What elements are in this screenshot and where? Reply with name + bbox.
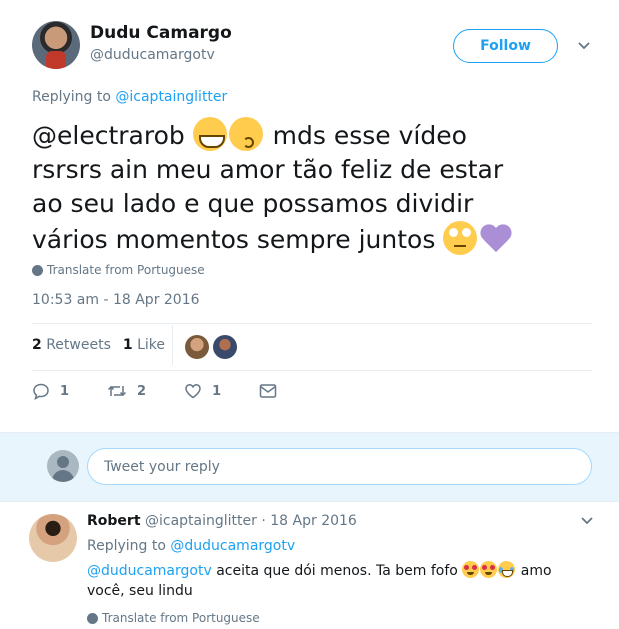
reply-input[interactable] [87,448,592,485]
reply-text: @duducamargotv aceita que dói menos. Ta … [87,561,567,601]
reply-count: 1 [60,383,70,399]
tweet-text-line3: ao seu lado e que possamos dividir [32,189,474,218]
reply-icon [32,382,50,400]
direct-message-action[interactable] [259,383,277,399]
globe-icon [32,264,43,276]
tweet-text-line2: rsrsrs ain meu amor tão feliz de estar [32,155,504,184]
replying-to: Replying to @icaptainglitter [32,89,227,105]
retweet-icon [107,382,127,400]
reply-translate-label: Translate from Portuguese [102,611,260,625]
reply-meta: @icaptainglitter · 18 Apr 2016 [145,513,357,529]
reply-date[interactable]: 18 Apr 2016 [270,513,357,529]
stats-divider [172,325,173,365]
heart-eyes-emoji [480,561,498,578]
heart-icon [184,382,202,400]
reply-mention-link[interactable]: @duducamargotv [87,563,212,579]
author-handle[interactable]: @duducamargotv [90,47,215,63]
tweet-text: @electrarob mds esse vídeo rsrsrs ain me… [32,117,592,257]
likes-label: Like [137,337,165,353]
tweet-text-line1: mds esse vídeo [264,121,467,150]
retweets-count: 2 [32,337,42,353]
likes-stat[interactable]: 1 Like [123,337,165,353]
reply-replying-prefix: Replying to [87,538,166,554]
retweets-stat[interactable]: 2 Retweets [32,337,111,353]
retweet-count: 2 [137,383,147,399]
reply-author-handle[interactable]: @icaptainglitter [145,513,257,529]
author-name[interactable]: Dudu Camargo [90,23,232,43]
retweet-action[interactable]: 2 [107,382,146,400]
chevron-down-icon[interactable] [580,514,594,528]
rolling-eyes-emoji [443,221,478,255]
translate-link[interactable]: Translate from Portuguese [32,263,205,277]
likes-count: 1 [122,337,133,353]
tweet-text-line4: vários momentos sempre juntos [32,225,436,254]
reply-author-name[interactable]: Robert [87,513,141,529]
like-action[interactable]: 1 [184,382,221,400]
divider [32,370,592,371]
tweet-timestamp[interactable]: 10:53 am - 18 Apr 2016 [32,292,200,308]
globe-icon [87,612,98,624]
grinning-face-emoji [192,117,227,151]
reply-translate-link[interactable]: Translate from Portuguese [87,611,260,625]
main-tweet: Dudu Camargo @duducamargotv Follow Reply… [0,0,619,432]
reply-text-line2: você, seu lindu [87,583,193,599]
author-avatar[interactable] [32,21,80,69]
purple-heart-emoji [479,221,513,255]
reply-author-avatar[interactable] [29,514,77,562]
tweet-actions: 1 2 1 [32,382,315,400]
joy-emoji [498,561,516,578]
user-avatar [47,450,79,482]
envelope-icon [259,383,277,399]
heart-eyes-emoji [462,561,480,578]
divider [32,323,592,324]
retweets-label: Retweets [46,337,111,353]
reply-replying-link[interactable]: @duducamargotv [170,538,295,554]
tweet-stats: 2 Retweets 1 Like [32,337,165,353]
liker-avatar[interactable] [213,335,237,359]
mention-link[interactable]: @electrarob [32,121,185,150]
like-count: 1 [212,383,222,399]
liker-avatar[interactable] [185,335,209,359]
replying-to-link[interactable]: @icaptainglitter [115,89,227,105]
reply-text-part2: amo [516,563,552,579]
reply-replying-to: Replying to @duducamargotv [87,538,295,554]
kissing-face-emoji [228,117,263,151]
reply-action[interactable]: 1 [32,382,69,400]
replying-prefix: Replying to [32,89,111,105]
reply-text-part1: aceita que dói menos. Ta bem fofo [211,563,463,579]
chevron-down-icon[interactable] [577,39,591,53]
translate-label: Translate from Portuguese [47,263,205,277]
follow-button[interactable]: Follow [453,29,558,63]
reply-separator: · [261,513,266,529]
